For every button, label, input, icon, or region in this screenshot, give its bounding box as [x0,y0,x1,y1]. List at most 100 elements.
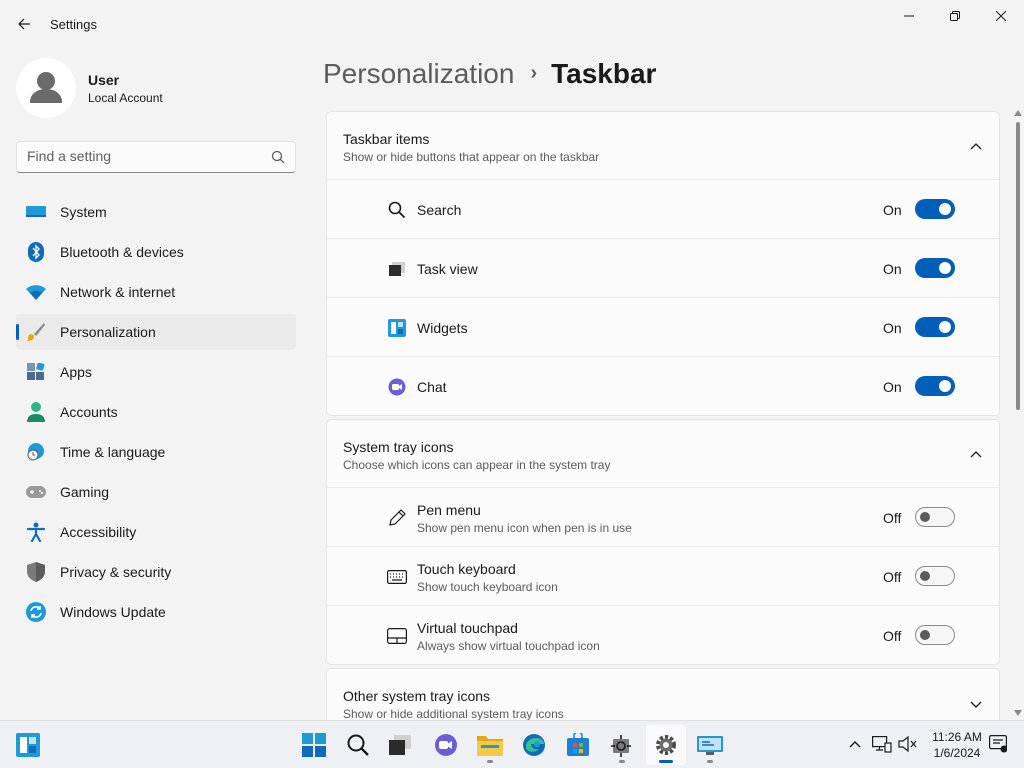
update-icon [26,602,46,622]
setting-description: Always show virtual touchpad icon [417,639,600,653]
sidebar-item-label: Personalization [60,324,156,340]
keyboard-icon [387,567,407,587]
globe-clock-icon [26,442,46,462]
remote-desktop-button[interactable] [690,725,730,765]
setting-description: Show touch keyboard icon [417,580,558,594]
active-indicator [659,760,673,763]
close-button[interactable] [978,0,1024,32]
sidebar-item-privacy[interactable]: Privacy & security [16,554,296,590]
setting-label: Task view [417,261,478,277]
title-bar: Settings [0,0,1024,48]
setting-row-task-view: Task view On [327,239,999,298]
brush-icon [26,322,46,342]
account-type: Local Account [88,91,163,105]
scroll-up-arrow[interactable] [1014,110,1022,116]
task-view-button[interactable] [380,725,420,765]
clock-time: 11:26 AM [932,730,982,744]
setting-label: Widgets [417,320,468,336]
search-input[interactable] [27,148,267,164]
touch-keyboard-toggle[interactable] [915,566,955,586]
bluetooth-icon [26,242,46,262]
search-toggle[interactable] [915,199,955,219]
user-profile[interactable]: User Local Account [16,58,296,118]
sidebar-item-apps[interactable]: Apps [16,354,296,390]
minimize-button[interactable] [886,0,932,32]
task-view-toggle[interactable] [915,258,955,278]
widgets-icon [16,733,40,757]
chat-toggle[interactable] [915,376,955,396]
section-title: Other system tray icons [343,688,491,704]
virtual-touchpad-toggle[interactable] [915,625,955,645]
edge-button[interactable] [514,725,554,765]
running-indicator [707,760,713,763]
chat-icon [387,377,407,397]
other-tray-header[interactable]: Other system tray icons Show or hide add… [327,669,999,720]
clock[interactable]: 11:26 AM 1/6/2024 [926,729,988,761]
scroll-thumb[interactable] [1016,122,1020,410]
sidebar-item-bluetooth[interactable]: Bluetooth & devices [16,234,296,270]
toggle-state-text: On [883,320,902,336]
shield-icon [26,562,46,582]
remote-desktop-icon [697,736,723,755]
clock-date: 1/6/2024 [933,746,981,760]
user-name: User [88,72,120,88]
taskbar-items-section: Taskbar items Show or hide buttons that … [326,111,1000,416]
sidebar-item-label: Bluetooth & devices [60,244,184,260]
notifications-button[interactable] [988,734,1008,754]
toggle-state-text: On [883,261,902,277]
chevron-up-icon [849,741,861,748]
file-explorer-button[interactable] [470,725,510,765]
taskbar: 11:26 AM 1/6/2024 [0,720,1024,768]
section-subtitle: Show or hide buttons that appear on the … [343,150,600,164]
volume-button[interactable] [898,734,918,754]
sidebar-item-system[interactable]: System [16,194,296,230]
sidebar-item-accounts[interactable]: Accounts [16,394,296,430]
touchpad-icon [387,626,407,646]
widgets-toggle[interactable] [915,317,955,337]
sidebar-item-label: Gaming [60,484,110,500]
sidebar-item-personalization[interactable]: Personalization [16,314,296,350]
device-manager-button[interactable] [602,725,642,765]
taskbar-search-button[interactable] [338,725,378,765]
accounts-icon [26,402,46,422]
setting-row-search: Search On [327,180,999,239]
chat-button[interactable] [426,725,466,765]
sidebar-item-time-language[interactable]: Time & language [16,434,296,470]
scroll-down-arrow[interactable] [1014,710,1022,716]
network-icon [872,736,892,753]
sidebar-item-accessibility[interactable]: Accessibility [16,514,296,550]
start-button[interactable] [294,725,334,765]
store-icon [567,733,589,756]
toggle-state-text: Off [883,510,902,526]
system-tray-header[interactable]: System tray icons Choose which icons can… [327,420,999,488]
chevron-up-icon[interactable] [969,140,983,154]
chevron-up-icon[interactable] [969,448,983,462]
back-button[interactable] [10,10,38,38]
network-status-button[interactable] [872,734,892,754]
breadcrumb-parent[interactable]: Personalization [323,58,514,89]
maximize-button[interactable] [932,0,978,32]
sidebar-item-label: Time & language [60,444,166,460]
show-hidden-icons-button[interactable] [845,734,865,754]
settings-button[interactable] [646,725,686,765]
pen-menu-toggle[interactable] [915,507,955,527]
sidebar-item-windows-update[interactable]: Windows Update [16,594,296,630]
section-title: System tray icons [343,439,454,455]
sidebar-item-network[interactable]: Network & internet [16,274,296,310]
search-icon [347,734,369,756]
search-icon[interactable] [271,150,285,164]
task-view-icon [389,735,411,755]
store-button[interactable] [558,725,598,765]
volume-muted-icon [898,735,917,753]
breadcrumb-separator: › [530,62,538,84]
sidebar-item-gaming[interactable]: Gaming [16,474,296,510]
windows-logo-icon [302,733,326,757]
widgets-button[interactable] [8,725,48,765]
scrollbar[interactable] [1012,108,1024,720]
chevron-down-icon[interactable] [969,697,983,711]
sidebar-item-label: System [60,204,107,220]
section-subtitle: Choose which icons can appear in the sys… [343,458,611,472]
minimize-icon [904,15,914,17]
toggle-state-text: Off [883,569,902,585]
taskbar-items-header[interactable]: Taskbar items Show or hide buttons that … [327,112,999,180]
